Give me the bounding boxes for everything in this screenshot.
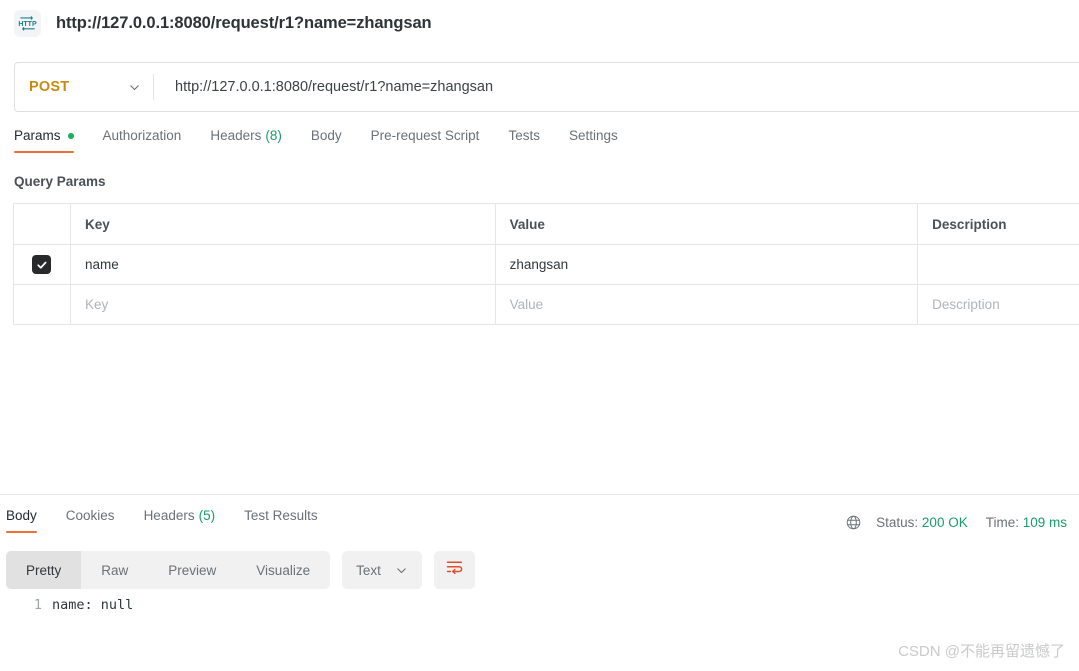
new-param-description-input[interactable]: Description [918,285,1079,324]
query-params-heading: Query Params [14,174,106,189]
tab-settings[interactable]: Settings [569,128,618,153]
table-header-row: Key Value Description [14,204,1079,245]
param-value-input[interactable]: zhangsan [496,245,919,284]
response-tab-body[interactable]: Body [6,508,37,533]
tab-authorization[interactable]: Authorization [103,128,182,153]
http-protocol-icon: HTTP [14,9,41,37]
url-input[interactable]: http://127.0.0.1:8080/request/r1?name=zh… [154,79,1079,95]
param-key-input[interactable]: name [71,245,496,284]
response-status-bar: Status: 200 OK Time: 109 ms [845,512,1067,532]
request-tabs: Params Authorization Headers (8) Body Pr… [0,128,1079,160]
response-tab-headers-count: (5) [198,508,216,523]
request-url-bar: POST http://127.0.0.1:8080/request/r1?na… [14,62,1079,112]
status-value: 200 OK [921,514,968,530]
tab-headers-label: Headers [210,128,262,143]
response-body-line: name: null [52,597,134,613]
response-tab-headers[interactable]: Headers (5) [144,508,216,533]
line-number: 1 [33,597,42,613]
response-body-viewer[interactable]: 1 name: null [0,597,1079,637]
column-header-checkbox [14,204,71,244]
new-param-key-input[interactable]: Key [71,285,496,324]
unsaved-indicator-dot [67,132,74,139]
format-segmented-control: Pretty Raw Preview Visualize [6,551,331,589]
response-tab-test-results[interactable]: Test Results [244,508,318,533]
tab-params[interactable]: Params [14,128,74,153]
tab-authorization-label: Authorization [102,128,182,143]
tab-headers[interactable]: Headers (8) [210,128,282,153]
tab-params-label: Params [14,128,61,143]
column-header-value: Value [496,204,919,244]
response-tab-test-results-label: Test Results [244,508,318,523]
response-tabs: Body Cookies Headers (5) Test Results [0,508,700,540]
tab-body-label: Body [310,128,342,143]
response-tab-cookies-label: Cookies [65,508,115,523]
tab-settings-label: Settings [568,128,618,143]
time-group[interactable]: Time: 109 ms [986,515,1067,530]
postman-window: HTTP http://127.0.0.1:8080/request/r1?na… [0,0,1079,671]
word-wrap-button[interactable] [433,551,475,589]
globe-icon [845,514,862,531]
new-param-key-placeholder: Key [84,297,109,312]
table-row: name zhangsan [14,245,1079,285]
format-pretty-button[interactable]: Pretty [6,551,82,589]
response-format-toolbar: Pretty Raw Preview Visualize Text [6,551,475,589]
format-preview-label: Preview [168,562,217,578]
checkbox-checked-icon [32,255,52,274]
format-preview-button[interactable]: Preview [148,551,236,589]
content-type-select[interactable]: Text [342,551,422,589]
chevron-down-icon [395,564,408,577]
watermark: CSDN @不能再留遗憾了 [898,643,1065,660]
format-visualize-button[interactable]: Visualize [236,551,330,589]
response-tab-cookies[interactable]: Cookies [66,508,115,533]
tab-pre-request-script[interactable]: Pre-request Script [371,128,480,153]
tab-body[interactable]: Body [311,128,342,153]
format-pretty-label: Pretty [26,562,62,578]
row-enabled-checkbox[interactable] [14,245,71,284]
tab-pre-request-script-label: Pre-request Script [370,128,480,143]
time-label: Time: [985,514,1019,530]
table-row: Key Value Description [14,285,1079,325]
time-value: 109 ms [1022,514,1067,530]
content-type-label: Text [356,562,381,578]
tab-headers-count: (8) [265,128,282,143]
response-tab-headers-label: Headers [143,508,195,523]
format-raw-label: Raw [101,562,129,578]
format-raw-button[interactable]: Raw [81,551,148,589]
chevron-down-icon[interactable] [121,81,147,94]
svg-text:HTTP: HTTP [18,20,37,27]
status-group[interactable]: Status: 200 OK [876,515,968,530]
word-wrap-icon [445,559,464,581]
new-param-value-input[interactable]: Value [496,285,919,324]
new-param-value-placeholder: Value [509,297,544,312]
param-key-value: name [84,257,119,272]
column-header-key: Key [71,204,496,244]
column-header-description: Description [918,204,1079,244]
page-title: http://127.0.0.1:8080/request/r1?name=zh… [56,13,432,32]
query-params-table: Key Value Description name zhangsan Key … [13,203,1079,325]
param-value-value: zhangsan [509,257,569,272]
titlebar: HTTP http://127.0.0.1:8080/request/r1?na… [0,0,1079,46]
new-param-description-placeholder: Description [932,297,1000,312]
response-pane-divider[interactable] [0,494,1079,495]
http-method-select[interactable]: POST [15,79,121,95]
format-visualize-label: Visualize [256,562,311,578]
tab-tests-label: Tests [508,128,540,143]
tab-tests[interactable]: Tests [508,128,540,153]
response-tab-body-label: Body [6,508,37,523]
status-label: Status: [876,514,919,530]
row-enabled-checkbox-empty[interactable] [14,285,71,324]
param-description-input[interactable] [918,245,1079,284]
